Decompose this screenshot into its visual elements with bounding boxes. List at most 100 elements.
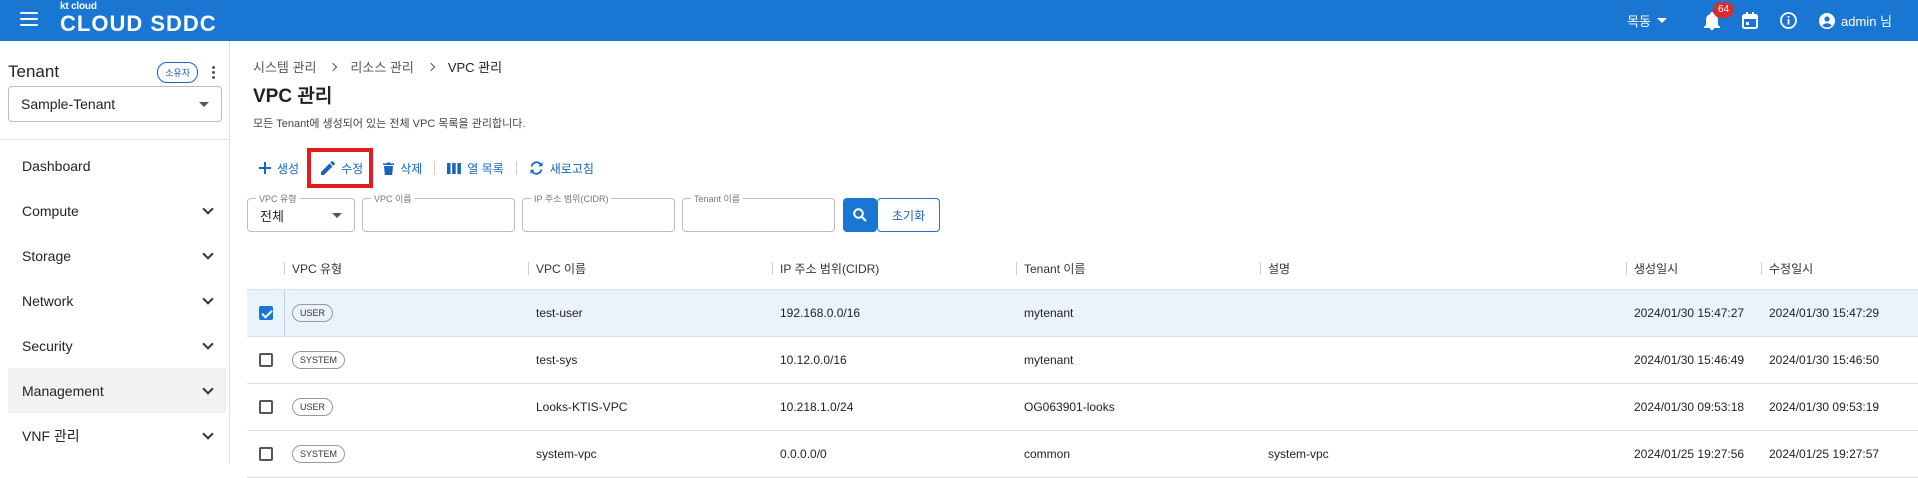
column-header[interactable]: VPC 유형 [284,247,528,289]
cidr-label: IP 주소 범위(CIDR) [531,192,612,205]
vpc-type-value: 전체 [260,208,284,224]
row-checkbox[interactable] [258,306,273,320]
create-button[interactable]: 생성 [253,156,305,180]
plus-icon [259,162,271,174]
tenant-cell: OG063901-looks [1024,400,1115,414]
brand-logo[interactable]: kt cloud CLOUD SDDC [60,2,217,36]
refresh-button[interactable]: 새로고침 [523,156,600,180]
sidebar-item-label: Management [22,382,104,399]
sidebar-item-security[interactable]: Security [8,323,226,368]
chevron-down-icon [202,427,214,440]
sidebar-item-compute[interactable]: Compute [8,188,226,233]
cidr-cell: 10.12.0.0/16 [780,353,847,367]
top-app-bar: kt cloud CLOUD SDDC 목동 64 admin 님 [0,0,1918,41]
vpc-name-label: VPC 이름 [371,192,415,205]
vpc-name-input[interactable]: VPC 이름 [362,192,515,232]
column-header[interactable]: VPC 이름 [528,247,772,289]
search-button[interactable] [843,198,877,232]
row-checkbox[interactable] [258,353,273,367]
modified-cell: 2024/01/30 15:47:29 [1769,306,1880,320]
column-header[interactable]: IP 주소 범위(CIDR) [772,247,1016,289]
column-header[interactable]: 생성일시 [1626,247,1761,289]
chevron-down-icon [202,292,214,305]
tenant-cell: mytenant [1024,353,1074,367]
account-icon [1819,12,1836,29]
description-cell: system-vpc [1268,447,1329,461]
row-checkbox[interactable] [258,400,273,414]
sidebar-item-vnf[interactable]: VNF 관리 [8,413,226,458]
region-select[interactable]: 목동 [1627,11,1668,30]
page-description: 모든 Tenant에 생성되어 있는 전체 VPC 목록을 관리합니다. [253,118,526,130]
chevron-down-icon [332,212,342,218]
more-vert-icon[interactable] [212,65,216,79]
edit-label: 수정 [341,161,364,176]
vpc-type-chip: USER [292,304,334,322]
notifications-button[interactable]: 64 [1693,0,1735,41]
table-row[interactable]: SYSTEM test-sys 10.12.0.0/16 mytenant 20… [247,337,1918,384]
column-header[interactable]: 수정일시 [1761,247,1918,289]
breadcrumb-item[interactable]: 시스템 관리 [253,57,316,76]
breadcrumb-item[interactable]: 리소스 관리 [350,57,413,76]
cidr-cell: 192.168.0.0/16 [780,306,861,320]
row-checkbox[interactable] [258,447,273,461]
view-column-icon [447,162,462,174]
table-row[interactable]: SYSTEM system-vpc 0.0.0.0/0 common syste… [247,431,1918,478]
description-cell [1260,337,1626,383]
table-row[interactable]: USER Looks-KTIS-VPC 10.218.1.0/24 OG0639… [247,384,1918,431]
sidebar-item-label: Network [22,292,74,309]
chevron-down-icon [202,247,214,260]
cidr-input[interactable]: IP 주소 범위(CIDR) [522,192,675,232]
table-row[interactable]: USER test-user 192.168.0.0/16 mytenant 2… [247,290,1918,337]
vpc-table: VPC 유형 VPC 이름 IP 주소 범위(CIDR) Tenant 이름 설… [247,247,1918,478]
sidebar-item-label: Security [22,337,73,354]
vpc-type-label: VPC 유형 [256,192,300,205]
user-name: admin 님 [1841,14,1892,29]
sidebar-item-network[interactable]: Network [8,278,226,323]
sidebar-item-dashboard[interactable]: Dashboard [8,143,226,188]
tenant-select[interactable]: Sample-Tenant [8,86,222,122]
toolbar: 생성 수정 삭제 열 목록 새로고침 [253,148,600,188]
sidebar-nav: Dashboard Compute Storage Network Securi… [8,143,226,458]
edit-button[interactable]: 수정 [307,148,374,188]
vpc-name-cell: Looks-KTIS-VPC [536,400,628,414]
page-title: VPC 관리 [253,86,333,107]
info-button[interactable] [1769,0,1807,41]
chevron-right-icon [426,62,436,71]
calendar-icon [1742,12,1759,29]
sidebar-item-storage[interactable]: Storage [8,233,226,278]
create-label: 생성 [277,161,300,176]
chevron-down-icon [202,337,214,350]
sidebar-item-label: VNF 관리 [22,427,80,444]
created-cell: 2024/01/30 15:46:49 [1634,353,1745,367]
delete-button[interactable]: 삭제 [377,156,428,180]
breadcrumb: 시스템 관리 리소스 관리 VPC 관리 [253,57,502,76]
created-cell: 2024/01/30 15:47:27 [1634,306,1745,320]
refresh-icon [530,161,543,175]
vpc-type-chip: USER [292,398,334,416]
modified-cell: 2024/01/30 15:46:50 [1769,353,1880,367]
calendar-button[interactable] [1731,0,1769,41]
columns-button[interactable]: 열 목록 [441,156,509,180]
brand-title: CLOUD SDDC [60,11,217,36]
column-header[interactable]: Tenant 이름 [1016,247,1260,289]
menu-icon[interactable] [20,12,38,28]
filter-bar: VPC 유형 전체 VPC 이름 IP 주소 범위(CIDR) Tenant 이… [247,192,941,232]
vpc-type-chip: SYSTEM [292,445,346,463]
created-cell: 2024/01/25 19:27:56 [1634,447,1745,461]
table-header: VPC 유형 VPC 이름 IP 주소 범위(CIDR) Tenant 이름 설… [247,247,1918,290]
column-header[interactable]: 설명 [1260,247,1626,289]
tenant-name-input[interactable]: Tenant 이름 [682,192,835,232]
search-icon [853,208,867,222]
created-cell: 2024/01/30 09:53:18 [1634,400,1745,414]
breadcrumb-current: VPC 관리 [447,60,503,75]
vpc-type-select[interactable]: VPC 유형 전체 [247,192,355,232]
header-select-cell [247,247,284,289]
tenant-select-value: Sample-Tenant [21,96,116,112]
trash-icon [383,162,395,175]
owner-chip: 소유자 [157,61,198,83]
user-menu[interactable]: admin 님 [1819,11,1892,30]
vpc-name-cell: system-vpc [536,447,597,461]
main-content: 시스템 관리 리소스 관리 VPC 관리 VPC 관리 모든 Tenant에 생… [231,41,1918,478]
reset-button[interactable]: 초기화 [877,198,941,232]
sidebar-item-management[interactable]: Management [8,368,226,413]
